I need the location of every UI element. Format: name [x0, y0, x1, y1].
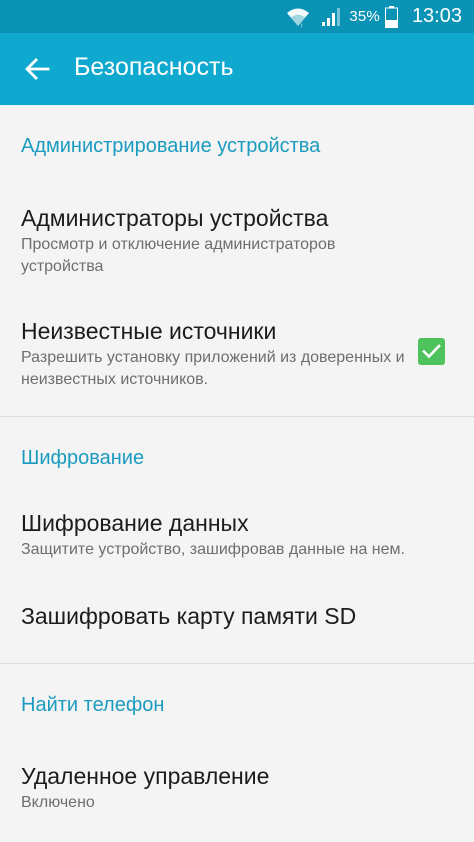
item-title: Шифрование данных [21, 510, 249, 536]
page-title: Безопасность [74, 53, 234, 81]
section-header-device-admin: Администрирование устройства [21, 135, 321, 157]
item-subtitle: Разрешить установку приложений из довере… [21, 349, 405, 388]
clock: 13:03 [411, 5, 462, 27]
list-item-remote-controls[interactable]: Удаленное управление Включено [0, 751, 474, 821]
status-bar: ↕ 35% 13:03 [0, 0, 474, 33]
list-item-encrypt-sd-card[interactable]: Зашифровать карту памяти SD [0, 585, 474, 655]
svg-text:↕: ↕ [300, 23, 303, 28]
divider [0, 416, 474, 417]
section-header-encryption: Шифрование [21, 447, 145, 469]
wifi-icon: ↕ [287, 8, 310, 28]
checkmark-icon [422, 344, 441, 359]
battery-percent: 35% [349, 8, 380, 25]
app-bar: Безопасность [0, 33, 474, 105]
arrow-back-icon [25, 58, 50, 80]
battery-icon [384, 5, 398, 28]
item-title: Зашифровать карту памяти SD [21, 603, 357, 629]
back-button[interactable] [12, 45, 62, 93]
item-title: Удаленное управление [21, 763, 270, 789]
section-header-find-phone: Найти телефон [21, 694, 165, 716]
status-icons: ↕ 35% 13:03 [285, 0, 462, 33]
item-subtitle: Защитите устройство, зашифровав данные н… [21, 541, 405, 558]
list-item-unknown-sources[interactable]: Неизвестные источники Разрешить установк… [0, 305, 474, 405]
signal-icon [322, 7, 341, 26]
item-title: Администраторы устройства [21, 205, 329, 231]
unknown-sources-checkbox[interactable] [418, 338, 445, 365]
item-title: Неизвестные источники [21, 318, 277, 344]
item-subtitle: Включено [21, 794, 95, 811]
list-item-device-administrators[interactable]: Администраторы устройства Просмотр и отк… [0, 193, 474, 289]
divider [0, 663, 474, 664]
item-subtitle: Просмотр и отключение администраторов ус… [21, 236, 336, 275]
list-item-encrypt-data[interactable]: Шифрование данных Защитите устройство, з… [0, 498, 474, 573]
